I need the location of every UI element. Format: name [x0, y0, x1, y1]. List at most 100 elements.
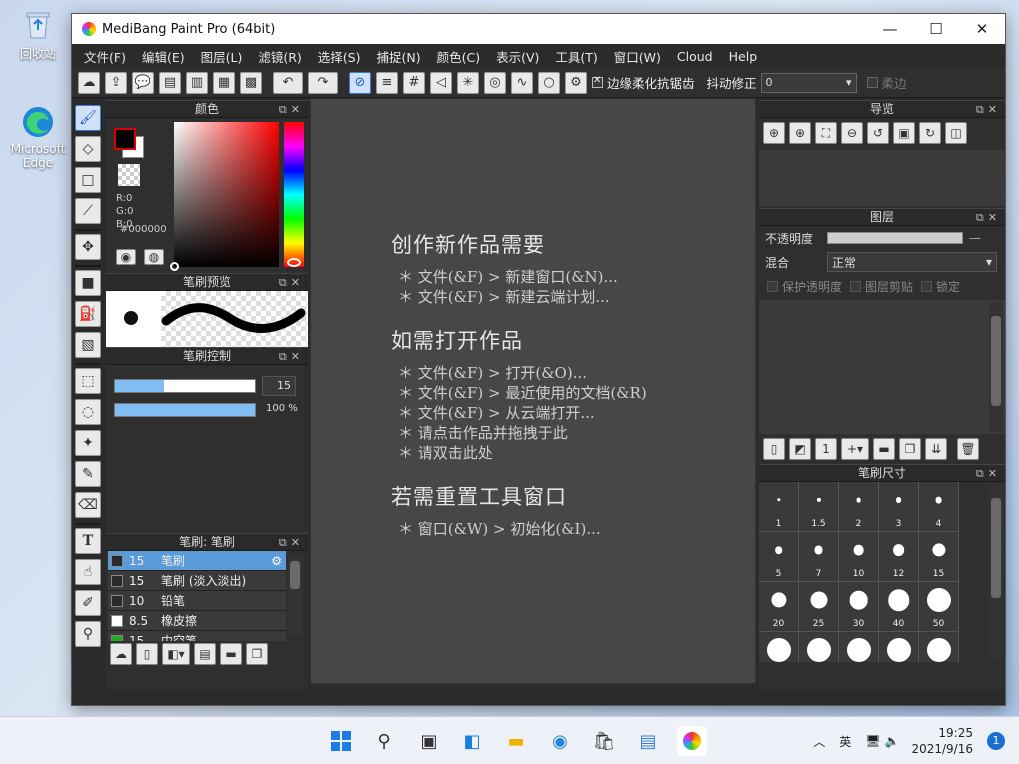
rotate-left-button[interactable]: ↺ — [867, 122, 889, 144]
lock-checkbox[interactable] — [921, 280, 933, 292]
guide-new-cloud-link[interactable]: ＊ 文件(&F) > 新建云端计划... — [391, 287, 647, 307]
brush-size-cell[interactable]: 1 — [759, 482, 799, 532]
gradient-tool[interactable]: ▧ — [75, 332, 101, 358]
menu-tools[interactable]: 工具(T) — [547, 47, 605, 66]
foreground-color-swatch[interactable] — [114, 128, 136, 150]
edge-desktop-icon[interactable]: Microsoft Edge — [10, 105, 66, 170]
network-icon[interactable]: 🖥 — [865, 734, 880, 748]
brush-size-cell[interactable] — [879, 632, 919, 662]
material-button[interactable]: ▦ — [213, 71, 235, 94]
medibang-taskbar-button[interactable] — [677, 726, 707, 756]
store-button[interactable]: 🛍 — [589, 726, 619, 756]
brush-size-cell[interactable]: 1.5 — [799, 482, 839, 532]
comment-button[interactable]: 💬 — [132, 71, 154, 94]
menu-window[interactable]: 窗口(W) — [606, 47, 669, 66]
brush-settings-gear-icon[interactable]: ⚙ — [271, 554, 282, 568]
transparent-swatch[interactable] — [118, 164, 140, 186]
cloud-button[interactable]: ☁ — [78, 71, 100, 94]
new-brush-button[interactable]: ▯ — [136, 643, 158, 665]
brush-list-item[interactable]: 10 铅笔 — [108, 591, 286, 611]
menu-select[interactable]: 选择(S) — [310, 47, 369, 66]
brush-size-cell[interactable]: 30 — [839, 582, 879, 632]
brush-list-item[interactable]: 15 笔刷 (淡入淡出) — [108, 571, 286, 591]
brush-size-cell[interactable]: 5 — [759, 532, 799, 582]
fit-view-button[interactable]: ⛶ — [815, 122, 837, 144]
vanishing-point-button[interactable]: ◁ — [430, 71, 452, 94]
new-color-layer-button[interactable]: ◩ — [789, 438, 811, 460]
notepad-button[interactable]: ▤ — [633, 726, 663, 756]
brush-size-cell[interactable]: 20 — [759, 582, 799, 632]
undo-button[interactable]: ↶ — [273, 71, 303, 94]
panel-controls-icon[interactable]: ⧉✕ — [279, 348, 304, 365]
curve-snap-button[interactable]: ∿ — [511, 71, 533, 94]
menu-file[interactable]: 文件(F) — [76, 47, 134, 66]
file-explorer-button[interactable]: ▬ — [501, 726, 531, 756]
rotate-right-button[interactable]: ↻ — [919, 122, 941, 144]
stabilizer-select[interactable]: 0 ▾ — [760, 72, 857, 93]
brush-size-cell[interactable]: 12 — [879, 532, 919, 582]
layer-list-scrollbar[interactable] — [989, 302, 1003, 432]
zoom-in-step-button[interactable]: ⊕ — [789, 122, 811, 144]
radial-snap-button[interactable]: ✳ — [457, 71, 479, 94]
brush-folder-button[interactable]: ▬ — [220, 643, 242, 665]
edge-taskbar-button[interactable]: ◉ — [545, 726, 575, 756]
protect-alpha-checkbox[interactable] — [767, 280, 778, 292]
brush-size-cell[interactable]: 50 — [919, 582, 959, 632]
antialias-checkbox[interactable] — [592, 75, 603, 88]
add-brush-button[interactable]: ◧▾ — [162, 643, 190, 665]
guide-new-window-link[interactable]: ＊ 文件(&F) > 新建窗口(&N)... — [391, 267, 647, 287]
circle-snap-button[interactable]: ○ — [538, 71, 560, 94]
guide-init-link[interactable]: ＊ 窗口(&W) > 初始化(&I)... — [391, 519, 647, 539]
delete-layer-button[interactable]: 🗑 — [957, 438, 979, 460]
blur-tool[interactable]: ⟋ — [75, 198, 101, 224]
message-button[interactable]: ▤ — [159, 71, 181, 94]
panel-controls-icon[interactable]: ⧉✕ — [976, 101, 1001, 118]
brush-list-item[interactable]: 8.5 橡皮擦 — [108, 611, 286, 631]
panel-controls-icon[interactable]: ⧉✕ — [279, 534, 304, 551]
brush-list-item[interactable]: 15 中空笔 — [108, 631, 286, 641]
select-pen-tool[interactable]: ✎ — [75, 461, 101, 487]
magic-wand-tool[interactable]: ✦ — [75, 430, 101, 456]
brush-size-cell[interactable]: 7 — [799, 532, 839, 582]
notification-badge[interactable]: 1 — [987, 732, 1005, 750]
duplicate-layer-button[interactable]: ❐ — [899, 438, 921, 460]
menu-edit[interactable]: 编辑(E) — [134, 47, 193, 66]
close-button[interactable]: ✕ — [959, 14, 1005, 44]
widgets-button[interactable]: ◧ — [457, 726, 487, 756]
eraser-tool[interactable]: ◇ — [75, 136, 101, 162]
eyedropper-tool[interactable]: ⚲ — [75, 621, 101, 647]
lasso-tool[interactable]: ◌ — [75, 399, 101, 425]
zoom-out-button[interactable]: ⊖ — [841, 122, 863, 144]
brush-size-cell[interactable] — [839, 632, 879, 662]
brush-list-scrollbar[interactable] — [288, 555, 302, 635]
move-tool[interactable]: ✥ — [75, 234, 101, 260]
opacity-slider[interactable] — [114, 403, 256, 417]
input-language[interactable]: 英 — [839, 733, 851, 750]
brush-size-field[interactable]: 15 — [262, 376, 296, 396]
panel-controls-icon[interactable]: ⧉✕ — [279, 101, 304, 118]
menu-filter[interactable]: 滤镜(R) — [250, 47, 309, 66]
bucket-tool[interactable]: ⛽ — [75, 301, 101, 327]
menu-cloud[interactable]: Cloud — [669, 49, 721, 64]
redo-button[interactable]: ↷ — [308, 71, 338, 94]
layer-folder-button[interactable]: ▬ — [873, 438, 895, 460]
new-halftone-layer-button[interactable]: 1 — [815, 438, 837, 460]
guide-open-link[interactable]: ＊ 文件(&F) > 打开(&O)... — [391, 363, 647, 383]
start-button[interactable] — [326, 726, 356, 756]
menu-snap[interactable]: 捕捉(N) — [368, 47, 428, 66]
brush-size-cell[interactable]: 3 — [879, 482, 919, 532]
brush-list-item[interactable]: 15 笔刷 ⚙ — [108, 551, 286, 571]
brush-size-cell[interactable]: 25 — [799, 582, 839, 632]
brush-size-cell[interactable] — [759, 632, 799, 662]
zoom-in-button[interactable]: ⊕ — [763, 122, 785, 144]
chevron-up-icon[interactable]: ︿ — [813, 733, 825, 750]
add-layer-menu-button[interactable]: +▾ — [841, 438, 869, 460]
parallel-snap-button[interactable]: ≡ — [376, 71, 398, 94]
cross-snap-button[interactable]: # — [403, 71, 425, 94]
panel-controls-icon[interactable]: ⧉✕ — [976, 209, 1001, 226]
brush-tool[interactable]: 🖌 — [75, 105, 101, 131]
task-view-button[interactable]: ▣ — [414, 726, 444, 756]
document-button[interactable]: ▥ — [186, 71, 208, 94]
actual-size-button[interactable]: ▣ — [893, 122, 915, 144]
cloud-brush-button[interactable]: ☁ — [110, 643, 132, 665]
